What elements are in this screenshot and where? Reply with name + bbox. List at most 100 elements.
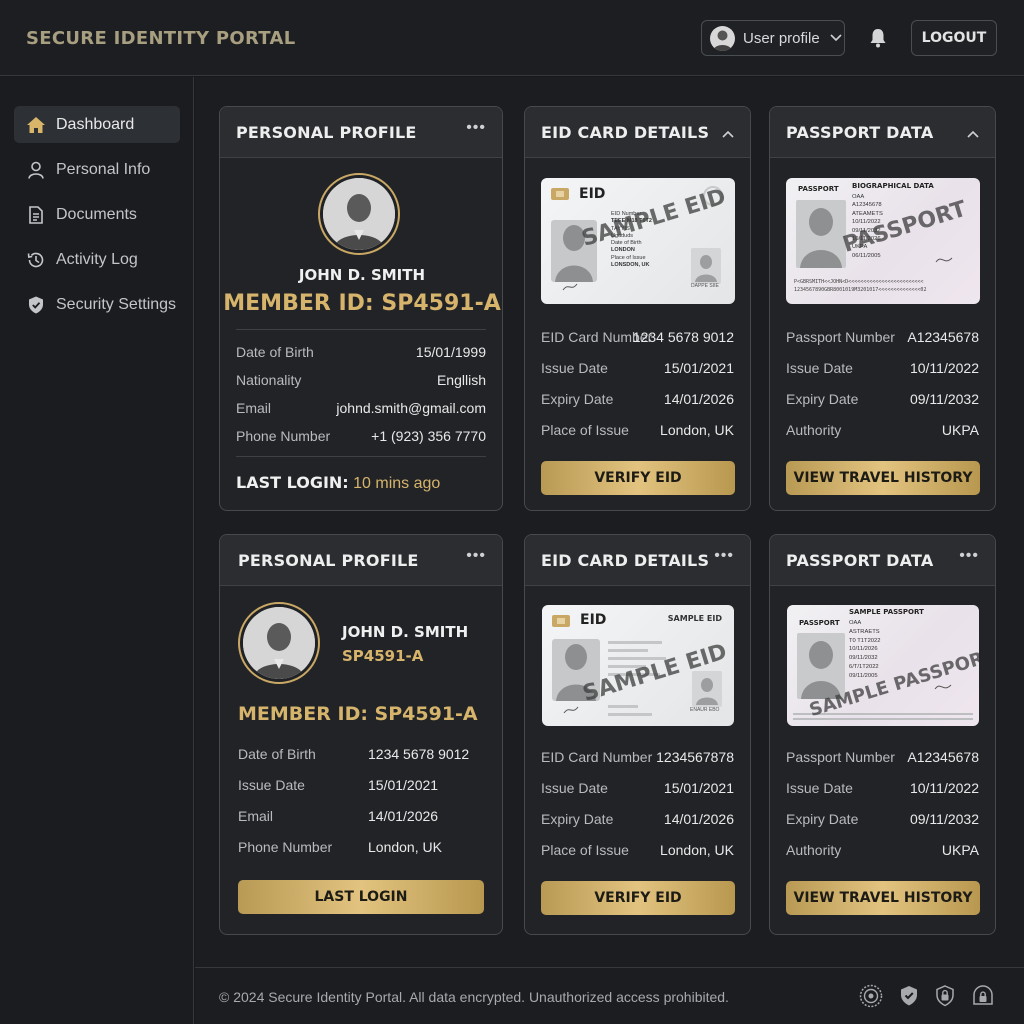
expiry-date-label: Expiry Date bbox=[786, 391, 859, 407]
more-options-icon[interactable]: ••• bbox=[714, 547, 734, 565]
eid-card-label: EID bbox=[580, 612, 607, 628]
chevron-up-icon[interactable] bbox=[967, 125, 979, 143]
footer-text: © 2024 Secure Identity Portal. All data … bbox=[219, 989, 729, 1005]
expiry-date-value: 09/11/2032 bbox=[909, 811, 979, 827]
document-icon bbox=[29, 205, 43, 224]
passport-mrz: P<GBRSMITH<<JOHN<D<<<<<<<<<<<<<<<<<<<<<<… bbox=[794, 279, 927, 293]
footer: © 2024 Secure Identity Portal. All data … bbox=[195, 967, 1024, 1024]
more-options-icon[interactable]: ••• bbox=[466, 119, 486, 137]
expiry-date-value: 14/01/2026 bbox=[663, 811, 734, 827]
authority-value: UKPA bbox=[941, 842, 979, 858]
verify-eid-button[interactable]: VERIFY EID bbox=[541, 881, 735, 915]
dob-label: Date of Birth bbox=[238, 746, 316, 762]
card-title: PERSONAL PROFILE bbox=[236, 123, 417, 142]
passport-label: PASSPORT bbox=[798, 185, 839, 193]
card-title: PERSONAL PROFILE bbox=[238, 551, 419, 570]
sidebar-item-dashboard[interactable]: Dashboard bbox=[14, 106, 180, 143]
passport-header: SAMPLE PASSPORT bbox=[849, 608, 924, 616]
passport-label: PASSPORT bbox=[799, 619, 840, 627]
eid-number-value: 1234567878 bbox=[656, 749, 734, 765]
expiry-date-label: Expiry Date bbox=[786, 811, 859, 827]
last-login-button[interactable]: LAST LOGIN bbox=[238, 880, 484, 914]
passport-number-label: Passport Number bbox=[786, 749, 895, 765]
place-of-issue-label: Place of Issue bbox=[541, 422, 629, 438]
user-profile-label: User profile bbox=[743, 29, 820, 47]
email-label: Email bbox=[236, 400, 272, 416]
member-id: MEMBER ID: SP4591-A bbox=[238, 703, 478, 725]
sidebar-item-activity-log[interactable]: Activity Log bbox=[14, 241, 180, 278]
sidebar-item-personal-info[interactable]: Personal Info bbox=[14, 151, 180, 188]
bell-icon[interactable] bbox=[866, 26, 890, 50]
more-options-icon[interactable]: ••• bbox=[959, 547, 979, 565]
email-label: Email bbox=[238, 808, 274, 824]
sidebar-item-documents[interactable]: Documents bbox=[14, 196, 180, 233]
email-value: johnd.smith@gmail.com bbox=[336, 400, 486, 416]
card-title: EID CARD DETAILS bbox=[541, 551, 710, 570]
avatar bbox=[238, 602, 320, 684]
sidebar-item-label: Security Settings bbox=[56, 295, 177, 313]
last-login: LAST LOGIN: 10 mins ago bbox=[236, 473, 440, 493]
card-header: PASSPORT DATA ••• bbox=[770, 535, 995, 586]
verify-eid-button[interactable]: VERIFY EID bbox=[541, 461, 735, 495]
eid-card-label: EID bbox=[579, 186, 606, 202]
sidebar-item-security-settings[interactable]: Security Settings bbox=[14, 286, 180, 323]
card-title: EID CARD DETAILS bbox=[541, 123, 710, 142]
issue-date-label: Issue Date bbox=[238, 777, 305, 793]
secure-badge-icon bbox=[971, 984, 995, 1008]
view-travel-history-button[interactable]: VIEW TRAVEL HISTORY bbox=[786, 461, 980, 495]
issue-date-label: Issue Date bbox=[541, 360, 608, 376]
dob-value: 1234 5678 9012 bbox=[368, 746, 470, 762]
phone-value: +1 (923) 356 7770 bbox=[371, 428, 486, 444]
passport-image: PASSPORT SAMPLE PASSPORT OAA ASTRAETS T0… bbox=[787, 605, 979, 726]
lock-icon bbox=[933, 984, 957, 1008]
sidebar-item-label: Activity Log bbox=[56, 250, 138, 268]
last-login-value: 10 mins ago bbox=[353, 475, 441, 492]
profile-sub-id: SP4591-A bbox=[342, 647, 424, 665]
eid-card-image: EID EID Number TEEE M18 T0T2 TAYYIS Ugad… bbox=[541, 178, 735, 304]
divider bbox=[236, 456, 486, 457]
email-value: 14/01/2026 bbox=[368, 808, 439, 824]
user-avatar-icon bbox=[713, 30, 732, 51]
eid-card-small-text: DAPPE SIIE bbox=[691, 283, 719, 289]
card-header: EID CARD DETAILS ••• bbox=[525, 535, 750, 586]
place-of-issue-label: Place of Issue bbox=[541, 842, 629, 858]
dob-value: 15/01/1999 bbox=[415, 344, 486, 360]
authority-value: UKPA bbox=[941, 422, 979, 438]
eid-card-details-card: EID CARD DETAILS ••• EID SAMPLE EID ENAU… bbox=[524, 534, 751, 935]
phone-label: Phone Number bbox=[238, 839, 333, 855]
dob-label: Date of Birth bbox=[236, 344, 314, 360]
card-header: PASSPORT DATA bbox=[770, 107, 995, 158]
user-icon bbox=[28, 161, 44, 179]
user-portrait-icon bbox=[243, 607, 315, 679]
more-options-icon[interactable]: ••• bbox=[466, 547, 486, 565]
member-id: MEMBER ID: SP4591-A bbox=[223, 291, 501, 316]
expiry-date-label: Expiry Date bbox=[541, 391, 614, 407]
expiry-date-value: 09/11/2032 bbox=[909, 391, 979, 407]
passport-data-card: PASSPORT DATA ••• PASSPORT SAMPLE PASSPO… bbox=[769, 534, 996, 935]
eid-card-details-card: EID CARD DETAILS EID EID Number TEEE M18… bbox=[524, 106, 751, 511]
card-header: PERSONAL PROFILE ••• bbox=[220, 107, 502, 158]
passport-number-value: A12345678 bbox=[907, 749, 979, 765]
authority-label: Authority bbox=[786, 422, 842, 438]
place-of-issue-value: London, UK bbox=[660, 422, 734, 438]
chevron-up-icon[interactable] bbox=[722, 125, 734, 143]
logout-button[interactable]: LOGOUT bbox=[911, 20, 997, 56]
passport-data-card: PASSPORT DATA PASSPORT BIOGRAPHICAL DATA… bbox=[769, 106, 996, 511]
view-travel-history-button[interactable]: VIEW TRAVEL HISTORY bbox=[786, 881, 980, 915]
user-profile-button[interactable]: User profile bbox=[701, 20, 845, 56]
card-header: EID CARD DETAILS bbox=[525, 107, 750, 158]
passport-number-value: A12345678 bbox=[907, 329, 979, 345]
chevron-down-icon bbox=[830, 31, 842, 45]
sidebar-item-label: Personal Info bbox=[56, 160, 151, 178]
user-portrait-icon bbox=[323, 178, 395, 250]
expiry-date-label: Expiry Date bbox=[541, 811, 614, 827]
place-of-issue-value: London, UK bbox=[660, 842, 734, 858]
sidebar: Dashboard Personal Info Documents Activi… bbox=[0, 77, 194, 1024]
issue-date-value: 10/11/2022 bbox=[909, 360, 979, 376]
history-icon bbox=[27, 252, 44, 267]
avatar bbox=[318, 173, 400, 255]
eid-card-tag: SAMPLE EID bbox=[667, 614, 722, 623]
issue-date-value: 10/11/2022 bbox=[909, 780, 979, 796]
seal-icon bbox=[859, 984, 883, 1008]
passport-header: BIOGRAPHICAL DATA bbox=[852, 182, 934, 190]
